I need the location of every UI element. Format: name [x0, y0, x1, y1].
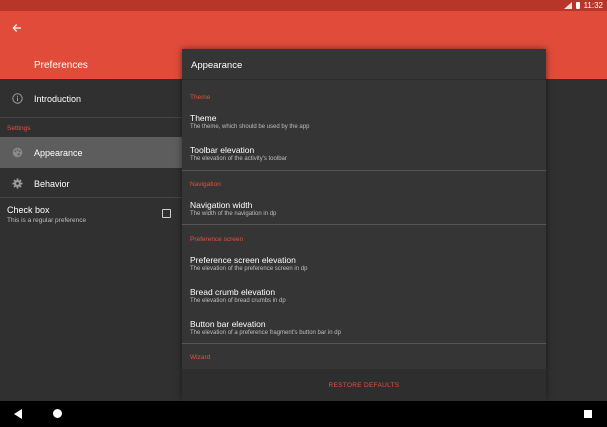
- palette-icon: [11, 147, 23, 159]
- preference-summary: The elevation of a preference fragment's…: [190, 330, 341, 336]
- preference-summary: The elevation of the preference screen i…: [190, 266, 308, 272]
- preference-title: Theme: [190, 113, 217, 123]
- preference-summary: The elevation of the activity's toolbar: [190, 156, 287, 162]
- preference-title: Button bar elevation: [190, 319, 266, 329]
- checkbox-title: Check box: [7, 205, 50, 215]
- app-title: Preferences: [34, 60, 88, 71]
- status-icons: 11:32: [563, 0, 603, 11]
- divider: [182, 224, 546, 225]
- sidebar-item-label: Appearance: [34, 147, 83, 158]
- nav-recents-icon[interactable]: [584, 410, 592, 418]
- signal-icon: [563, 2, 572, 9]
- sidebar: Introduction Settings Appearance Behavio…: [0, 79, 182, 401]
- nav-back-icon[interactable]: [14, 409, 22, 419]
- category-wizard: Wizard: [190, 354, 211, 361]
- preference-title: Navigation width: [190, 200, 253, 210]
- navigation-bar: [0, 401, 607, 427]
- preference-panel: Appearance Theme Theme The theme, which …: [182, 49, 546, 401]
- category-theme: Theme: [190, 94, 211, 101]
- back-button[interactable]: [8, 19, 26, 37]
- category-preference-screen: Preference screen: [190, 236, 244, 243]
- sidebar-item-behavior[interactable]: Behavior: [0, 168, 182, 199]
- gear-icon: [11, 178, 23, 190]
- panel-title: Appearance: [191, 60, 243, 71]
- sidebar-item-appearance[interactable]: Appearance: [0, 137, 182, 168]
- sidebar-item-label: Behavior: [34, 178, 70, 189]
- nav-home-icon[interactable]: [53, 409, 62, 418]
- info-icon: [11, 93, 23, 105]
- status-time: 11:32: [583, 1, 603, 10]
- preference-summary: The width of the navigation in dp: [190, 211, 277, 217]
- screen: 11:32 Preferences Introduction Settings …: [0, 0, 607, 427]
- category-navigation: Navigation: [190, 181, 221, 188]
- sidebar-item-label: Introduction: [34, 93, 82, 104]
- preference-title: Toolbar elevation: [190, 145, 255, 155]
- preference-title: Preference screen elevation: [190, 255, 296, 265]
- restore-defaults-button[interactable]: RESTORE DEFAULTS: [182, 369, 546, 401]
- arrow-left-icon: [12, 24, 21, 32]
- divider: [0, 117, 182, 118]
- divider: [0, 197, 182, 198]
- preference-summary: The theme, which should be used by the a…: [190, 124, 310, 130]
- sidebar-category-settings: Settings: [7, 125, 31, 132]
- divider: [182, 343, 546, 344]
- checkbox-summary: This is a regular preference: [7, 217, 87, 224]
- sidebar-item-introduction[interactable]: Introduction: [0, 83, 182, 114]
- status-bar: 11:32: [0, 0, 607, 11]
- checkbox[interactable]: [162, 209, 171, 218]
- button-bar: RESTORE DEFAULTS: [182, 369, 546, 401]
- panel-header: Appearance: [182, 49, 546, 80]
- preference-summary: The elevation of bread crumbs in dp: [190, 298, 286, 304]
- divider: [182, 170, 546, 171]
- battery-icon: [575, 2, 580, 9]
- preference-title: Bread crumb elevation: [190, 287, 276, 297]
